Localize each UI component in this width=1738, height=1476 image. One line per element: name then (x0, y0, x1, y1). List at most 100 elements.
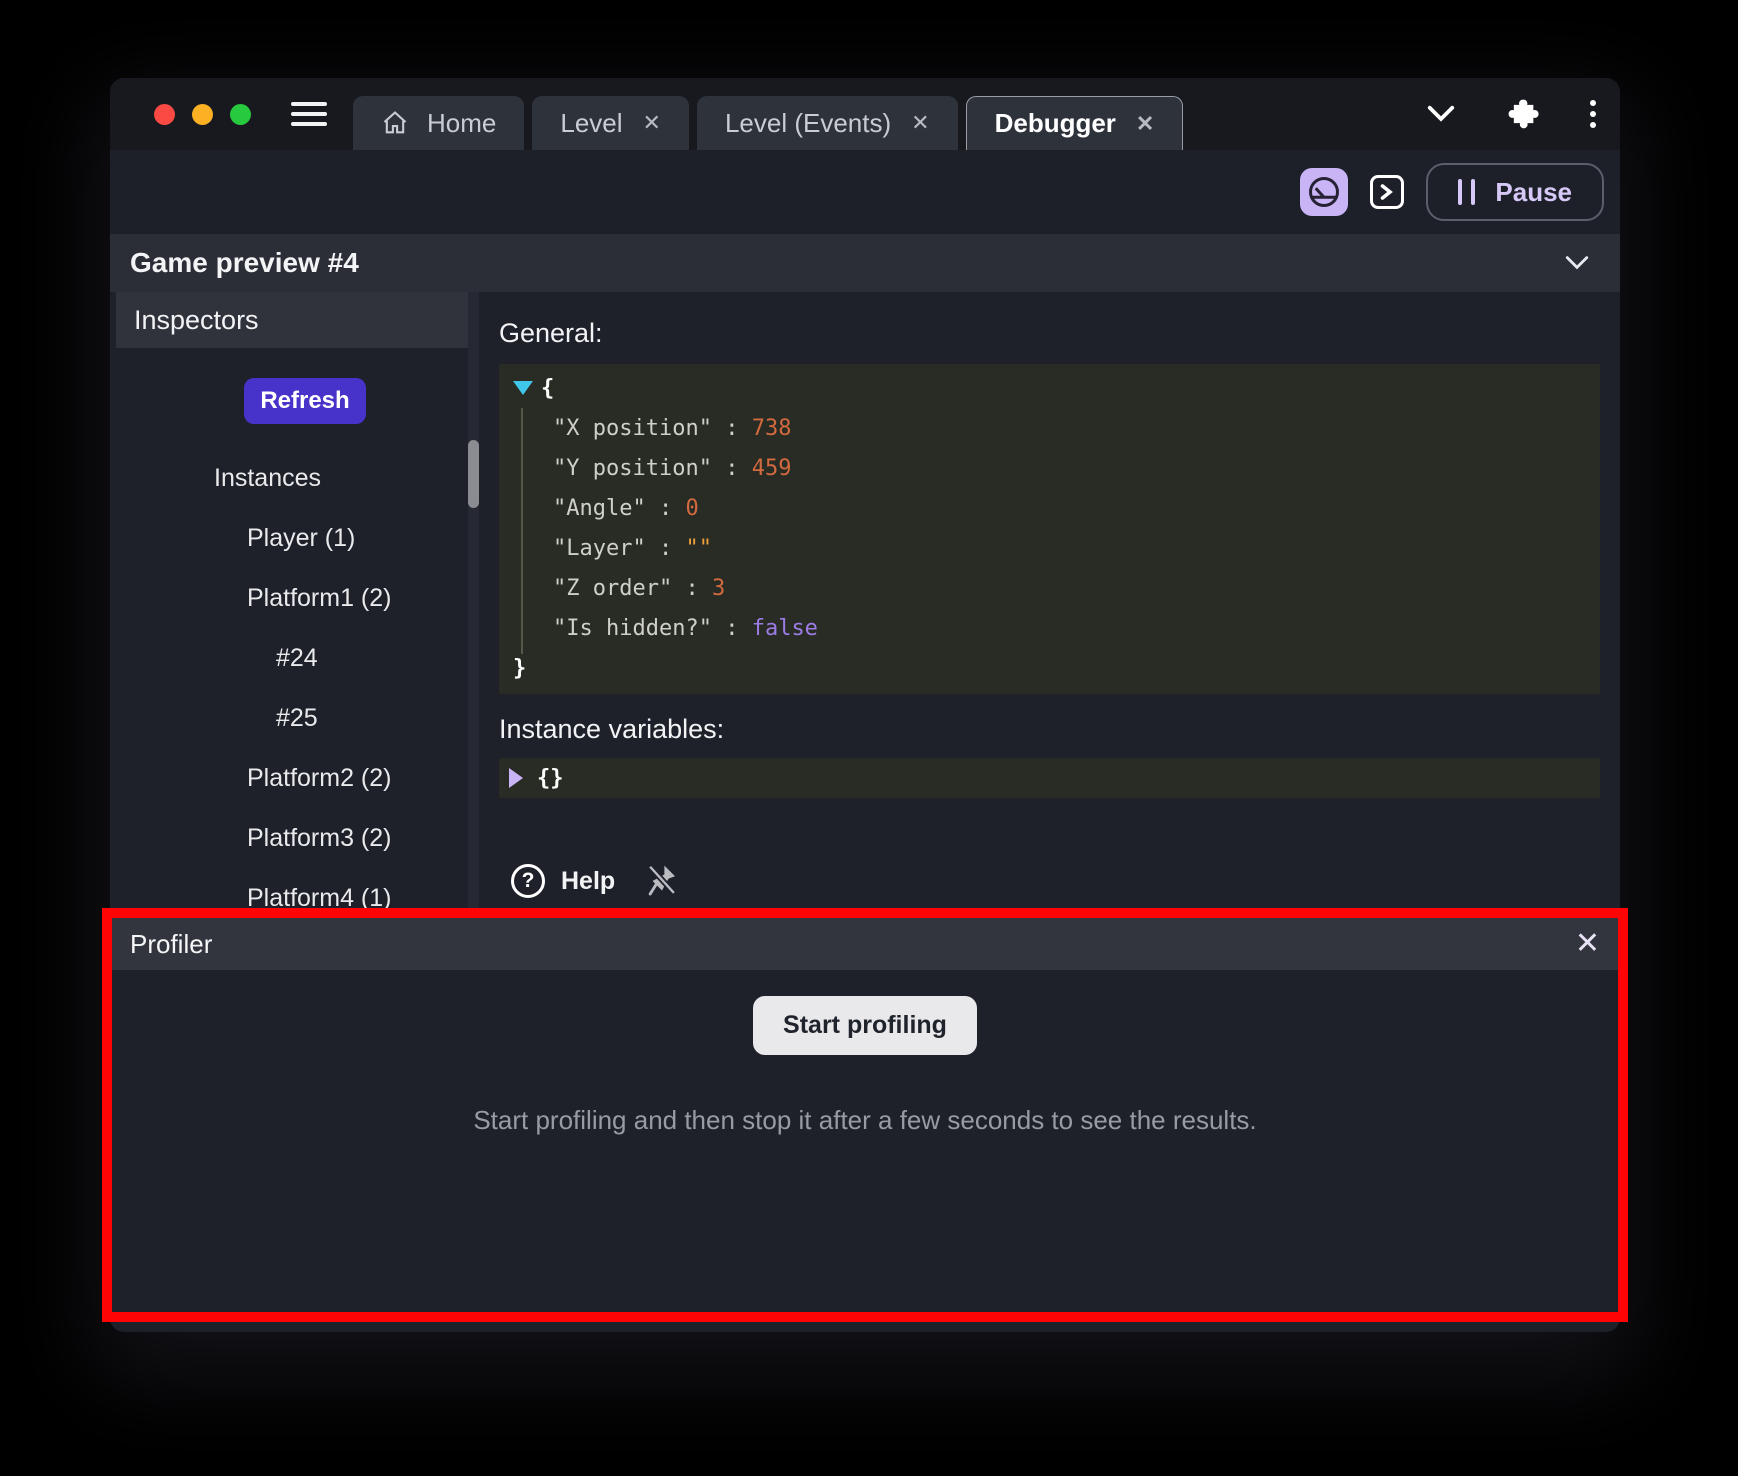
minimize-window-button[interactable] (192, 104, 213, 125)
tab-home[interactable]: Home (353, 96, 524, 150)
start-profiling-button[interactable]: Start profiling (753, 996, 977, 1055)
refresh-button[interactable]: Refresh (244, 378, 366, 424)
property-key: "Z order" (553, 576, 672, 601)
close-brace: } (513, 656, 526, 681)
property-value: "" (685, 536, 712, 561)
close-profiler-icon[interactable]: ✕ (1575, 929, 1600, 959)
profiler-body: Start profiling Start profiling and then… (112, 970, 1618, 1136)
tree-item[interactable]: Platform2 (2) (116, 748, 473, 808)
tree-item-label: Platform2 (2) (247, 764, 391, 793)
colon: : (672, 576, 712, 601)
property-value: 0 (685, 496, 698, 521)
property-row: "Layer" : "" (513, 528, 1600, 568)
property-value: 459 (752, 456, 792, 481)
more-options-kebab-icon[interactable] (1590, 100, 1596, 128)
tree-item[interactable]: Instances (116, 448, 473, 508)
inspector-content: General: { "X position" : 738 "Y positio… (473, 292, 1620, 908)
profiler-title: Profiler (130, 929, 212, 960)
tree-item-label: #25 (276, 704, 318, 733)
game-preview-header[interactable]: Game preview #4 (110, 234, 1620, 292)
window-controls (154, 104, 251, 125)
property-row: "Is hidden?" : false (513, 608, 1600, 648)
property-key: "Angle" (553, 496, 646, 521)
colon: : (712, 416, 752, 441)
profiler-speedometer-icon[interactable] (1300, 168, 1348, 216)
home-icon (381, 109, 409, 137)
property-row: "Y position" : 459 (513, 448, 1600, 488)
pause-label: Pause (1495, 177, 1572, 208)
tree-item-label: Platform4 (1) (247, 884, 391, 909)
tab-debugger[interactable]: Debugger ✕ (966, 96, 1184, 150)
pin-off-icon (645, 862, 679, 900)
property-value: 738 (752, 416, 792, 441)
tab-label: Debugger (995, 108, 1116, 139)
instance-variables-label: Instance variables: (499, 710, 1600, 748)
gdevelop-window: Home Level ✕ Level (Events) ✕ Debugger ✕ (110, 78, 1620, 1332)
close-tab-icon[interactable]: ✕ (1136, 111, 1154, 137)
tree-item-label: Platform1 (2) (247, 584, 391, 613)
debugger-toolbar: Pause (110, 150, 1620, 234)
console-icon[interactable] (1370, 175, 1404, 209)
property-value: false (752, 616, 818, 641)
help-label: Help (561, 867, 615, 896)
general-label: General: (499, 314, 1600, 352)
question-mark-icon: ? (511, 864, 545, 898)
tree-item[interactable]: Platform3 (2) (116, 808, 473, 868)
game-preview-title: Game preview #4 (130, 247, 359, 279)
property-row: "X position" : 738 (513, 408, 1600, 448)
colon: : (712, 616, 752, 641)
tree-item-label: Instances (214, 464, 321, 493)
tab-label: Level (Events) (725, 108, 891, 139)
tree-item-label: #24 (276, 644, 318, 673)
colon: : (646, 496, 686, 521)
chevron-down-icon[interactable] (1564, 254, 1590, 272)
variables-value: {} (537, 766, 564, 791)
collapse-arrow-icon[interactable] (513, 381, 533, 395)
close-tab-icon[interactable]: ✕ (911, 110, 929, 136)
colon: : (646, 536, 686, 561)
chevron-down-icon[interactable] (1426, 104, 1456, 124)
tab-level[interactable]: Level ✕ (532, 96, 689, 150)
tree-item[interactable]: Platform1 (2) (116, 568, 473, 628)
instances-tree: Instances Player (1) Platform1 (2) #24 #… (116, 448, 473, 908)
property-value: 3 (712, 576, 725, 601)
menu-icon[interactable] (291, 102, 327, 126)
tab-label: Home (427, 108, 496, 139)
extensions-puzzle-icon[interactable] (1506, 97, 1540, 131)
property-key: "X position" (553, 416, 712, 441)
property-list: "X position" : 738 "Y position" : 459 "A… (513, 408, 1600, 648)
desktop-background: Home Level ✕ Level (Events) ✕ Debugger ✕ (0, 0, 1738, 1476)
open-brace: { (541, 376, 554, 401)
tab-bar: Home Level ✕ Level (Events) ✕ Debugger ✕ (353, 96, 1183, 150)
tree-item[interactable]: #25 (116, 688, 473, 748)
tree-item[interactable]: #24 (116, 628, 473, 688)
property-key: "Layer" (553, 536, 646, 561)
zoom-window-button[interactable] (230, 104, 251, 125)
expand-arrow-icon[interactable] (509, 768, 523, 788)
instance-variables-panel: {} (499, 758, 1600, 798)
debugger-main: Inspectors Refresh Instances Player (1) … (110, 292, 1620, 908)
indent-guide (521, 408, 523, 654)
tree-item-label: Platform3 (2) (247, 824, 391, 853)
property-row: "Z order" : 3 (513, 568, 1600, 608)
tab-level-events[interactable]: Level (Events) ✕ (697, 96, 958, 150)
help-button[interactable]: ? Help (511, 864, 615, 898)
close-tab-icon[interactable]: ✕ (643, 110, 661, 136)
profiler-panel: Profiler ✕ Start profiling Start profili… (102, 908, 1628, 1322)
pause-icon (1458, 179, 1475, 205)
tree-item[interactable]: Player (1) (116, 508, 473, 568)
tab-label: Level (560, 108, 622, 139)
close-window-button[interactable] (154, 104, 175, 125)
pause-button[interactable]: Pause (1426, 163, 1604, 221)
inspectors-sidebar: Inspectors Refresh Instances Player (1) … (116, 292, 473, 908)
property-key: "Is hidden?" (553, 616, 712, 641)
profiler-header: Profiler ✕ (112, 918, 1618, 970)
unpin-button[interactable] (645, 862, 679, 900)
help-row: ? Help (499, 862, 1600, 900)
property-row: "Angle" : 0 (513, 488, 1600, 528)
tree-item-label: Player (1) (247, 524, 355, 553)
property-key: "Y position" (553, 456, 712, 481)
general-json-panel: { "X position" : 738 "Y position" : 459 … (499, 364, 1600, 694)
tree-item[interactable]: Platform4 (1) (116, 868, 473, 908)
colon: : (712, 456, 752, 481)
